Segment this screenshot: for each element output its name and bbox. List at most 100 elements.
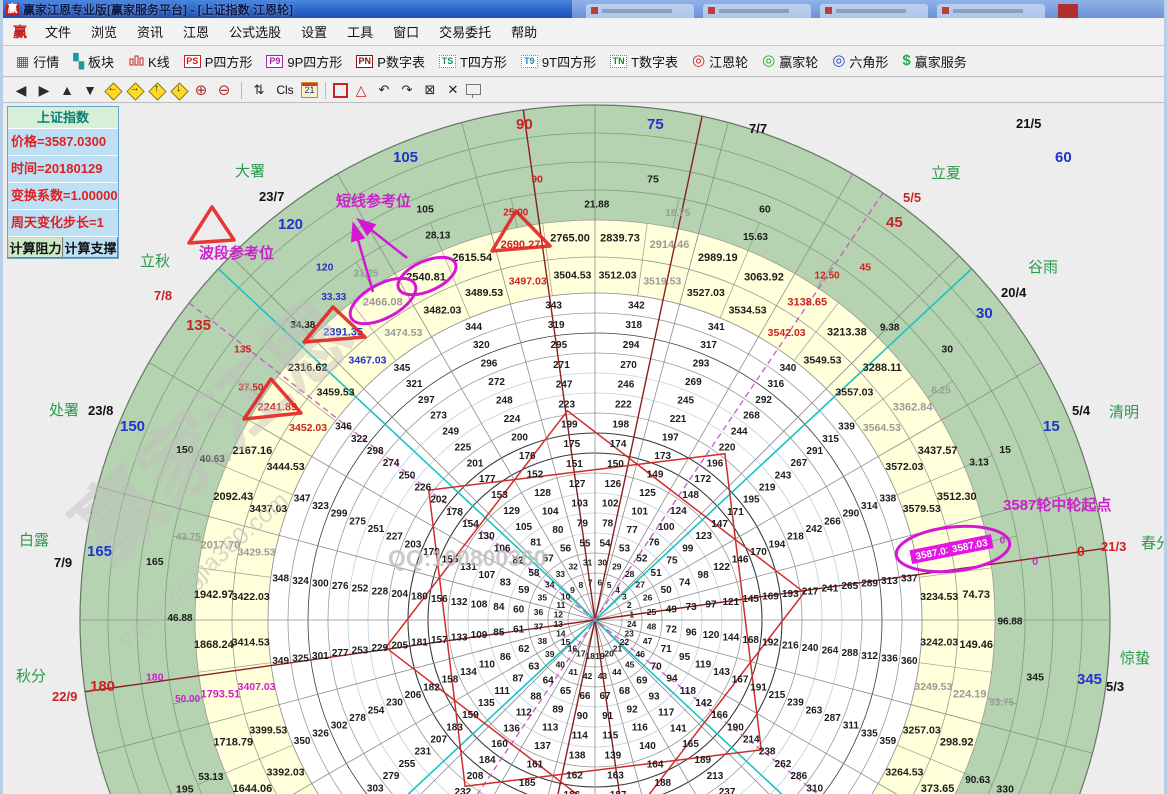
svg-text:8: 8 xyxy=(578,580,583,590)
background-tab[interactable] xyxy=(820,4,928,18)
menu-文件[interactable]: 文件 xyxy=(35,22,81,41)
svg-text:121: 121 xyxy=(722,597,739,608)
background-close-icon[interactable] xyxy=(1058,4,1078,18)
background-tab[interactable] xyxy=(937,4,1045,18)
svg-text:37: 37 xyxy=(534,622,544,632)
svg-text:93.75: 93.75 xyxy=(989,697,1014,708)
menu-设置[interactable]: 设置 xyxy=(291,22,337,41)
triangle-tool-icon[interactable]: △ xyxy=(351,81,371,100)
nav-left-icon[interactable]: ◀ xyxy=(11,81,31,100)
rotate-cw-icon[interactable]: ↷ xyxy=(397,81,417,100)
nav-right-icon[interactable]: ▶ xyxy=(34,81,54,100)
nav-up-icon[interactable]: ▲ xyxy=(57,81,77,100)
menu-工具[interactable]: 工具 xyxy=(337,22,383,41)
svg-text:3213.38: 3213.38 xyxy=(827,327,867,339)
nav-down-icon[interactable]: ▼ xyxy=(80,81,100,100)
menu-公式选股[interactable]: 公式选股 xyxy=(219,22,291,41)
toolbar-button-江恩轮[interactable]: ◎江恩轮 xyxy=(685,52,755,71)
calc-support-button[interactable]: 计算支撑 xyxy=(63,237,118,258)
svg-text:153: 153 xyxy=(491,490,508,501)
toolbar-button-P数字表[interactable]: PNP数字表 xyxy=(349,52,432,71)
calc-resistance-button[interactable]: 计算阻力 xyxy=(8,237,63,258)
svg-text:240: 240 xyxy=(802,643,819,654)
menu-窗口[interactable]: 窗口 xyxy=(383,22,429,41)
move-left-icon[interactable]: ← xyxy=(103,81,122,100)
svg-text:249: 249 xyxy=(442,427,459,438)
svg-text:31: 31 xyxy=(583,558,593,568)
move-down-icon[interactable]: ↓ xyxy=(169,81,188,100)
xbox-icon[interactable]: ⊠ xyxy=(420,81,440,100)
svg-text:265: 265 xyxy=(841,581,858,592)
toolbar-button-9T四方形[interactable]: T99T四方形 xyxy=(514,52,603,71)
svg-text:27: 27 xyxy=(635,580,645,590)
svg-text:232: 232 xyxy=(455,787,472,794)
zoom-out-icon[interactable]: ⊖ xyxy=(214,81,234,100)
toolbar-button-六角形[interactable]: ◎六角形 xyxy=(825,52,895,71)
svg-text:154: 154 xyxy=(462,519,479,530)
svg-text:165: 165 xyxy=(682,739,699,750)
gann-wheel-svg[interactable]: 1234567891011121314151617181920212223242… xyxy=(6,103,1167,794)
background-tab[interactable] xyxy=(703,4,811,18)
toolbar-button-T四方形[interactable]: TST四方形 xyxy=(432,52,514,71)
svg-text:180: 180 xyxy=(411,592,428,603)
wheel-outer-label: 处署 xyxy=(49,399,79,420)
toolbar-button-K线[interactable]: K线 xyxy=(121,52,177,71)
menu-资讯[interactable]: 资讯 xyxy=(127,22,173,41)
svg-text:216: 216 xyxy=(782,640,799,651)
svg-text:75: 75 xyxy=(647,174,659,186)
rotate-ccw-icon[interactable]: ↶ xyxy=(374,81,394,100)
svg-text:317: 317 xyxy=(700,340,717,351)
svg-text:175: 175 xyxy=(564,439,581,450)
svg-text:160: 160 xyxy=(491,739,508,750)
svg-text:227: 227 xyxy=(386,532,403,543)
cls-button[interactable]: Cls xyxy=(272,81,298,100)
calendar-icon[interactable]: 21 xyxy=(301,82,318,98)
menu-交易委托[interactable]: 交易委托 xyxy=(429,22,501,41)
wheel-outer-label: 7/9 xyxy=(54,555,72,570)
chart-area[interactable]: 1234567891011121314151617181920212223242… xyxy=(6,103,1167,794)
title-bar[interactable]: 赢 赢家江恩专业版[赢家服务平台] - [上证指数 江恩轮] xyxy=(3,0,1164,18)
background-tabs[interactable] xyxy=(572,0,1164,18)
svg-text:110: 110 xyxy=(479,659,496,670)
background-tab[interactable] xyxy=(586,4,694,18)
svg-text:242: 242 xyxy=(806,524,823,535)
toolbar-button-赢家轮[interactable]: ◎赢家轮 xyxy=(755,52,825,71)
toolbar-button-行情[interactable]: ▦行情 xyxy=(9,52,66,71)
svg-text:43.75: 43.75 xyxy=(176,532,201,543)
menu-浏览[interactable]: 浏览 xyxy=(81,22,127,41)
toolbar-button-T数字表[interactable]: TNT数字表 xyxy=(603,52,685,71)
svg-text:180: 180 xyxy=(146,672,164,684)
wheel-outer-label: 21/5 xyxy=(1016,116,1041,131)
svg-text:290: 290 xyxy=(843,509,860,520)
svg-text:47: 47 xyxy=(643,636,653,646)
svg-text:119: 119 xyxy=(695,659,712,670)
updown-icon[interactable]: ⇅ xyxy=(249,81,269,100)
toolbar-button-9P四方形[interactable]: P99P四方形 xyxy=(259,52,349,71)
svg-text:76: 76 xyxy=(648,538,660,549)
svg-text:336: 336 xyxy=(881,653,898,664)
svg-text:1868.24: 1868.24 xyxy=(194,639,235,651)
svg-text:87: 87 xyxy=(512,674,524,685)
square-tool-icon[interactable] xyxy=(333,83,348,98)
svg-text:30: 30 xyxy=(941,343,953,355)
svg-text:0: 0 xyxy=(1032,556,1038,568)
menu-江恩[interactable]: 江恩 xyxy=(173,22,219,41)
svg-text:135: 135 xyxy=(478,698,495,709)
svg-text:292: 292 xyxy=(755,395,772,406)
toolbar-button-P四方形[interactable]: PSP四方形 xyxy=(177,52,260,71)
converge-icon[interactable]: ✕ xyxy=(443,81,463,100)
svg-text:346: 346 xyxy=(335,422,352,433)
move-up-icon[interactable]: ↑ xyxy=(147,81,166,100)
projector-icon[interactable] xyxy=(466,84,481,95)
toolbar-button-赢家服务[interactable]: $赢家服务 xyxy=(895,52,973,71)
svg-text:90.63: 90.63 xyxy=(965,775,990,786)
wheel-outer-label: 20/4 xyxy=(1001,285,1026,300)
svg-text:243: 243 xyxy=(775,470,792,481)
toolbar-button-板块[interactable]: ▚板块 xyxy=(66,52,121,71)
zoom-in-icon[interactable]: ⊕ xyxy=(191,81,211,100)
svg-text:347: 347 xyxy=(294,493,311,504)
menu-帮助[interactable]: 帮助 xyxy=(501,22,547,41)
toolbar-label: 9P四方形 xyxy=(287,52,342,71)
move-right-icon[interactable]: → xyxy=(125,81,144,100)
svg-text:2615.54: 2615.54 xyxy=(452,252,493,264)
